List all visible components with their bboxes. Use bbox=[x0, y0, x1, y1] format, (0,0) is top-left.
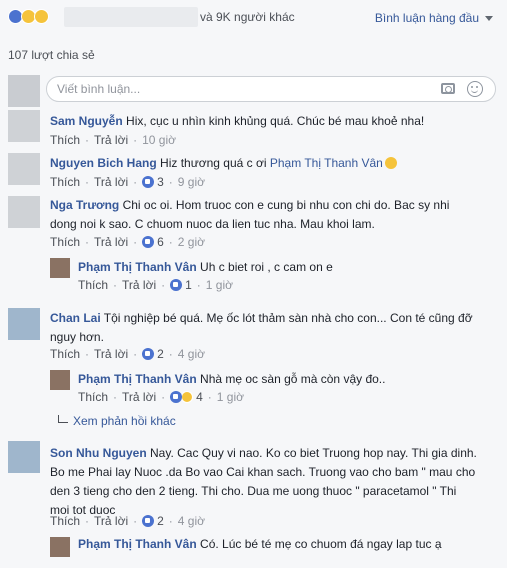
emoji-icon[interactable] bbox=[467, 81, 483, 97]
caret-down-icon bbox=[485, 15, 493, 21]
comment-author[interactable]: Nga Trương bbox=[50, 198, 119, 212]
camera-icon[interactable] bbox=[441, 83, 455, 94]
reply-author[interactable]: Phạm Thị Thanh Vân bbox=[78, 372, 197, 386]
avatar[interactable] bbox=[8, 153, 40, 185]
comment-actions: Thích · Trả lời · 6 · 2 giờ bbox=[50, 235, 206, 249]
comment-text: Hix, cục u nhìn kinh khủng quá. Chúc bé … bbox=[126, 114, 425, 128]
like-link[interactable]: Thích bbox=[50, 133, 80, 147]
like-link[interactable]: Thích bbox=[50, 235, 80, 249]
comment-body: Nga Trương Chi oc oi. Hom truoc con e cu… bbox=[50, 196, 500, 234]
reply-author[interactable]: Phạm Thị Thanh Vân bbox=[78, 260, 197, 274]
reply-link[interactable]: Trả lời bbox=[94, 175, 128, 189]
like-icon bbox=[142, 348, 155, 360]
like-icon bbox=[170, 279, 183, 291]
blurred-reactor-names bbox=[64, 7, 198, 27]
comment-text: dong noi k sao. C chuom nuoc da lien tuc… bbox=[50, 217, 375, 231]
comment-actions: Thích · Trả lời · 10 giờ bbox=[50, 133, 176, 147]
reaction-count[interactable]: 6 bbox=[142, 235, 164, 249]
comment-body: Nguyen Bich Hang Hiz thương quá c ơi Phạ… bbox=[50, 154, 500, 173]
like-link[interactable]: Thích bbox=[78, 278, 108, 292]
avatar[interactable] bbox=[8, 110, 40, 142]
reply-body: Phạm Thị Thanh Vân Có. Lúc bé té mẹ co c… bbox=[78, 535, 498, 554]
wow-reaction-icon bbox=[34, 9, 49, 24]
reply-time[interactable]: 1 giờ bbox=[217, 390, 244, 404]
reply-link[interactable]: Trả lời bbox=[94, 347, 128, 361]
comment-text: nguy hơn. bbox=[50, 330, 104, 344]
like-icon bbox=[142, 236, 155, 248]
more-replies-label: Xem phản hồi khác bbox=[73, 414, 176, 428]
like-icon bbox=[170, 391, 183, 403]
like-link[interactable]: Thích bbox=[50, 347, 80, 361]
like-icon bbox=[142, 176, 155, 188]
comment-text: Hiz thương quá c ơi bbox=[160, 156, 267, 170]
comment-actions: Thích · Trả lời · 2 · 4 giờ bbox=[50, 514, 206, 528]
reply-text: Nhà mẹ oc sàn gỗ mà còn vậy đo.. bbox=[200, 372, 386, 386]
comment-body: Chan Lai Tội nghiệp bé quá. Mẹ ốc lót th… bbox=[50, 309, 500, 347]
reply-actions: Thích · Trả lời · 4 · 1 giờ bbox=[78, 390, 245, 404]
comment-text: Nay. Cac Quy vi nao. Ko co biet Truong h… bbox=[150, 446, 477, 460]
reaction-count[interactable]: 2 bbox=[142, 347, 164, 361]
comment-author[interactable]: Nguyen Bich Hang bbox=[50, 156, 157, 170]
reply-avatar[interactable] bbox=[50, 370, 70, 390]
sort-label: Bình luận hàng đầu bbox=[374, 11, 479, 25]
comment-mention[interactable]: Phạm Thị Thanh Vân bbox=[270, 156, 383, 170]
comment-time[interactable]: 9 giờ bbox=[178, 175, 205, 189]
sad-icon bbox=[181, 391, 194, 403]
reaction-summary[interactable] bbox=[8, 9, 49, 24]
reply-text: Uh c biet roi , c cam on e bbox=[200, 260, 333, 274]
reply-link[interactable]: Trả lời bbox=[94, 514, 128, 528]
like-icon bbox=[142, 515, 155, 527]
reply-text: Có. Lúc bé té mẹ co chuom đá ngay lap tu… bbox=[200, 537, 442, 551]
share-count[interactable]: 107 lượt chia sẻ bbox=[8, 48, 95, 62]
reactor-count-text[interactable]: và 9K người khác bbox=[200, 10, 295, 24]
comment-actions: Thích · Trả lời · 3 · 9 giờ bbox=[50, 175, 206, 189]
comment-time[interactable]: 4 giờ bbox=[178, 514, 205, 528]
comment-body: Sam Nguyễn Hix, cục u nhìn kinh khủng qu… bbox=[50, 112, 500, 131]
comment-text: den 3 tieng cho den 2 tieng. Thi cho. Du… bbox=[50, 484, 457, 498]
view-more-replies-link[interactable]: Xem phản hồi khác bbox=[58, 414, 176, 428]
comment-actions: Thích · Trả lời · 2 · 4 giờ bbox=[50, 347, 206, 361]
reply-author[interactable]: Phạm Thị Thanh Vân bbox=[78, 537, 197, 551]
reply-avatar[interactable] bbox=[50, 537, 70, 557]
avatar[interactable] bbox=[8, 441, 40, 473]
comment-input[interactable]: Viết bình luận... bbox=[46, 76, 496, 102]
reaction-count[interactable]: 2 bbox=[142, 514, 164, 528]
reply-link[interactable]: Trả lời bbox=[94, 133, 128, 147]
reply-body: Phạm Thị Thanh Vân Nhà mẹ oc sàn gỗ mà c… bbox=[78, 370, 498, 389]
avatar[interactable] bbox=[8, 196, 40, 228]
reply-link[interactable]: Trả lời bbox=[122, 278, 156, 292]
reply-arrow-icon bbox=[58, 415, 68, 423]
reaction-count[interactable]: 1 bbox=[170, 278, 192, 292]
like-link[interactable]: Thích bbox=[50, 514, 80, 528]
reply-link[interactable]: Trả lời bbox=[122, 390, 156, 404]
comment-time[interactable]: 4 giờ bbox=[178, 347, 205, 361]
reply-time[interactable]: 1 giờ bbox=[206, 278, 233, 292]
reply-actions: Thích · Trả lời · 1 · 1 giờ bbox=[78, 278, 234, 292]
reaction-count[interactable]: 3 bbox=[142, 175, 164, 189]
comment-author[interactable]: Chan Lai bbox=[50, 311, 101, 325]
current-user-avatar bbox=[8, 75, 40, 107]
comment-text: Chi oc oi. Hom truoc con e cung bi nhu c… bbox=[122, 198, 450, 212]
comment-sort-dropdown[interactable]: Bình luận hàng đầu bbox=[375, 11, 493, 25]
comment-input-placeholder: Viết bình luận... bbox=[57, 82, 141, 96]
comment-body: Son Nhu Nguyen Nay. Cac Quy vi nao. Ko c… bbox=[50, 444, 500, 520]
comment-time[interactable]: 2 giờ bbox=[178, 235, 205, 249]
like-link[interactable]: Thích bbox=[78, 390, 108, 404]
comment-time[interactable]: 10 giờ bbox=[142, 133, 176, 147]
avatar[interactable] bbox=[8, 308, 40, 340]
comment-text: Bo me Phai lay Nuoc .da Bo vao Cai khan … bbox=[50, 465, 476, 479]
comment-text: Tội nghiệp bé quá. Mẹ ốc lót thảm sàn nh… bbox=[103, 311, 473, 325]
reaction-count[interactable]: 4 bbox=[170, 390, 203, 404]
reply-avatar[interactable] bbox=[50, 258, 70, 278]
comment-author[interactable]: Sam Nguyễn bbox=[50, 114, 123, 128]
reply-link[interactable]: Trả lời bbox=[94, 235, 128, 249]
reactions-bar: và 9K người khác Bình luận hàng đầu bbox=[0, 0, 507, 36]
sad-emoji-icon bbox=[384, 157, 397, 169]
like-link[interactable]: Thích bbox=[50, 175, 80, 189]
comment-author[interactable]: Son Nhu Nguyen bbox=[50, 446, 147, 460]
reply-body: Phạm Thị Thanh Vân Uh c biet roi , c cam… bbox=[78, 258, 498, 277]
